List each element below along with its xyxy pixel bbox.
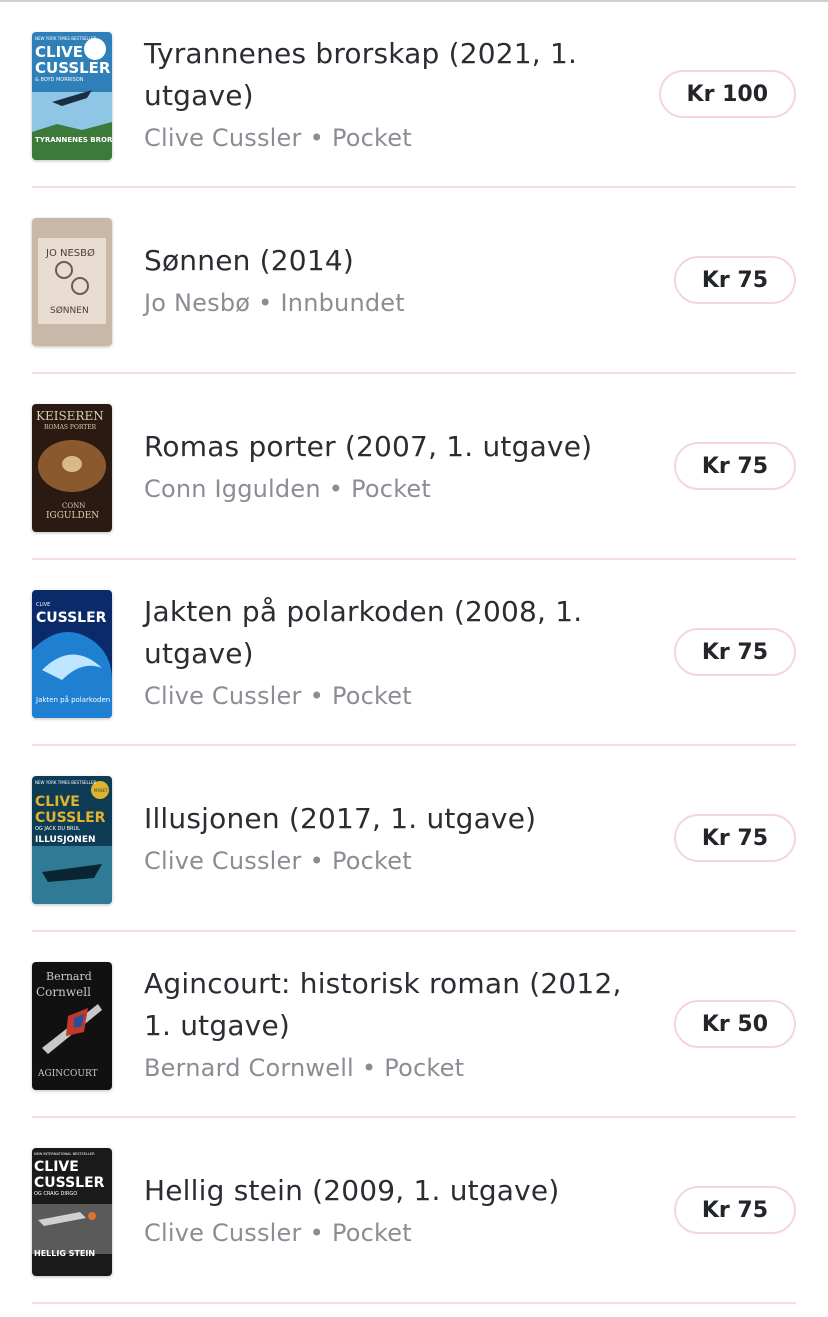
book-meta: Clive Cussler • Pocket [144, 679, 634, 713]
price-button[interactable]: Kr 75 [673, 256, 796, 304]
book-author: Clive Cussler [144, 124, 302, 152]
price-button[interactable]: Kr 75 [673, 814, 796, 862]
book-title[interactable]: Illusjonen (2017, 1. utgave) [144, 798, 634, 840]
book-cover-art: NEW INTERNATIONAL BESTSELLER CLIVE CUSSL… [32, 1148, 112, 1276]
book-cover-art: NEW YORK TIMES BESTSELLER CLIVE CUSSLER … [32, 32, 112, 160]
price-button[interactable]: Kr 100 [658, 70, 796, 118]
svg-text:CLIVE: CLIVE [35, 794, 80, 810]
separator-dot: • [309, 847, 324, 875]
separator-dot: • [309, 682, 324, 710]
svg-text:IGGULDEN: IGGULDEN [46, 511, 99, 521]
svg-text:KEISEREN: KEISEREN [36, 409, 104, 423]
svg-text:ROMAS PORTER: ROMAS PORTER [44, 424, 97, 431]
book-format: Innbundet [280, 289, 405, 317]
list-item[interactable]: KEISEREN ROMAS PORTER CONN IGGULDEN Roma… [32, 374, 796, 560]
separator-dot: • [309, 124, 324, 152]
price-button[interactable]: Kr 75 [673, 442, 796, 490]
svg-text:NEW INTERNATIONAL BESTSELLER: NEW INTERNATIONAL BESTSELLER [34, 1152, 95, 1156]
book-title[interactable]: Agincourt: historisk roman (2012, 1. utg… [144, 963, 634, 1047]
svg-text:NYHET: NYHET [94, 788, 108, 793]
book-author: Clive Cussler [144, 682, 302, 710]
book-cover-art: NYHET NEW YORK TIMES BESTSELLER CLIVE CU… [32, 776, 112, 904]
book-format: Pocket [331, 124, 412, 152]
book-cover[interactable]: NYHET NEW YORK TIMES BESTSELLER CLIVE CU… [32, 776, 112, 904]
book-title[interactable]: Sønnen (2014) [144, 240, 634, 282]
separator-dot: • [258, 289, 273, 317]
book-format: Pocket [331, 847, 412, 875]
book-list: NEW YORK TIMES BESTSELLER CLIVE CUSSLER … [32, 2, 796, 1304]
book-cover-art: Bernard Cornwell AGINCOURT [32, 962, 112, 1090]
separator-dot: • [328, 475, 344, 503]
svg-text:NEW YORK TIMES BESTSELLER: NEW YORK TIMES BESTSELLER [35, 780, 97, 785]
svg-text:Cornwell: Cornwell [36, 985, 91, 999]
list-item[interactable]: NEW INTERNATIONAL BESTSELLER CLIVE CUSSL… [32, 1118, 796, 1304]
svg-text:& BOYD MORRISON: & BOYD MORRISON [35, 77, 84, 83]
separator-dot: • [309, 1219, 324, 1247]
svg-text:Jakten på polarkoden: Jakten på polarkoden [35, 695, 110, 704]
svg-text:Bernard: Bernard [46, 970, 92, 983]
book-title[interactable]: Jakten på polarkoden (2008, 1. utgave) [144, 591, 634, 675]
svg-text:CLIVE: CLIVE [34, 1159, 79, 1175]
svg-text:JO NESBØ: JO NESBØ [45, 247, 95, 259]
svg-text:OG CRAIG DIRGO: OG CRAIG DIRGO [34, 1191, 77, 1197]
svg-text:HELLIG STEIN: HELLIG STEIN [34, 1249, 95, 1258]
book-cover[interactable]: KEISEREN ROMAS PORTER CONN IGGULDEN [32, 404, 112, 532]
book-author: Clive Cussler [144, 847, 302, 875]
list-item[interactable]: NEW YORK TIMES BESTSELLER CLIVE CUSSLER … [32, 2, 796, 188]
list-item[interactable]: CLIVE CUSSLER Jakten på polarkoden Jakte… [32, 560, 796, 746]
book-cover-art: JO NESBØ SØNNEN [32, 218, 112, 346]
book-cover-art: CLIVE CUSSLER Jakten på polarkoden [32, 590, 112, 718]
book-format: Pocket [384, 1054, 465, 1082]
book-meta: Bernard Cornwell • Pocket [144, 1051, 634, 1085]
book-format: Pocket [331, 682, 412, 710]
book-author: Conn Iggulden [144, 475, 321, 503]
book-meta: Conn Iggulden • Pocket [144, 472, 634, 506]
book-author: Clive Cussler [144, 1219, 302, 1247]
book-format: Pocket [331, 1219, 412, 1247]
svg-text:TYRANNENES BRORSKAP: TYRANNENES BRORSKAP [35, 136, 112, 144]
separator-dot: • [361, 1054, 377, 1082]
book-cover[interactable]: Bernard Cornwell AGINCOURT [32, 962, 112, 1090]
book-cover[interactable]: NEW YORK TIMES BESTSELLER CLIVE CUSSLER … [32, 32, 112, 160]
book-format: Pocket [351, 475, 432, 503]
svg-text:NEW YORK TIMES BESTSELLER: NEW YORK TIMES BESTSELLER [35, 36, 97, 41]
svg-text:SØNNEN: SØNNEN [50, 305, 89, 316]
price-button[interactable]: Kr 75 [673, 1186, 796, 1234]
book-author: Jo Nesbø [144, 289, 251, 317]
book-meta: Jo Nesbø • Innbundet [144, 286, 634, 320]
book-cover[interactable]: JO NESBØ SØNNEN [32, 218, 112, 346]
svg-text:ILLUSJONEN: ILLUSJONEN [35, 835, 96, 845]
book-cover[interactable]: NEW INTERNATIONAL BESTSELLER CLIVE CUSSL… [32, 1148, 112, 1276]
book-meta: Clive Cussler • Pocket [144, 121, 634, 155]
svg-text:AGINCOURT: AGINCOURT [37, 1069, 98, 1079]
book-cover-art: KEISEREN ROMAS PORTER CONN IGGULDEN [32, 404, 112, 532]
svg-text:CLIVE: CLIVE [36, 602, 50, 608]
book-meta: Clive Cussler • Pocket [144, 844, 634, 878]
list-item[interactable]: NYHET NEW YORK TIMES BESTSELLER CLIVE CU… [32, 746, 796, 932]
book-title[interactable]: Hellig stein (2009, 1. utgave) [144, 1170, 634, 1212]
book-meta: Clive Cussler • Pocket [144, 1216, 634, 1250]
svg-text:CUSSLER: CUSSLER [34, 1175, 105, 1191]
book-author: Bernard Cornwell [144, 1054, 354, 1082]
svg-text:CUSSLER: CUSSLER [36, 610, 107, 626]
book-title[interactable]: Romas porter (2007, 1. utgave) [144, 426, 634, 468]
book-title[interactable]: Tyrannenes brorskap (2021, 1. utgave) [144, 33, 634, 117]
list-item[interactable]: Bernard Cornwell AGINCOURT Agincourt: hi… [32, 932, 796, 1118]
book-cover[interactable]: CLIVE CUSSLER Jakten på polarkoden [32, 590, 112, 718]
list-item[interactable]: JO NESBØ SØNNEN Sønnen (2014) Jo Nesbø • I… [32, 188, 796, 374]
svg-text:CONN: CONN [62, 502, 85, 510]
svg-text:CUSSLER: CUSSLER [35, 59, 111, 77]
svg-text:CUSSLER: CUSSLER [35, 810, 106, 826]
price-button[interactable]: Kr 50 [673, 1000, 796, 1048]
svg-text:OG JACK DU BRUL: OG JACK DU BRUL [35, 826, 80, 832]
price-button[interactable]: Kr 75 [673, 628, 796, 676]
